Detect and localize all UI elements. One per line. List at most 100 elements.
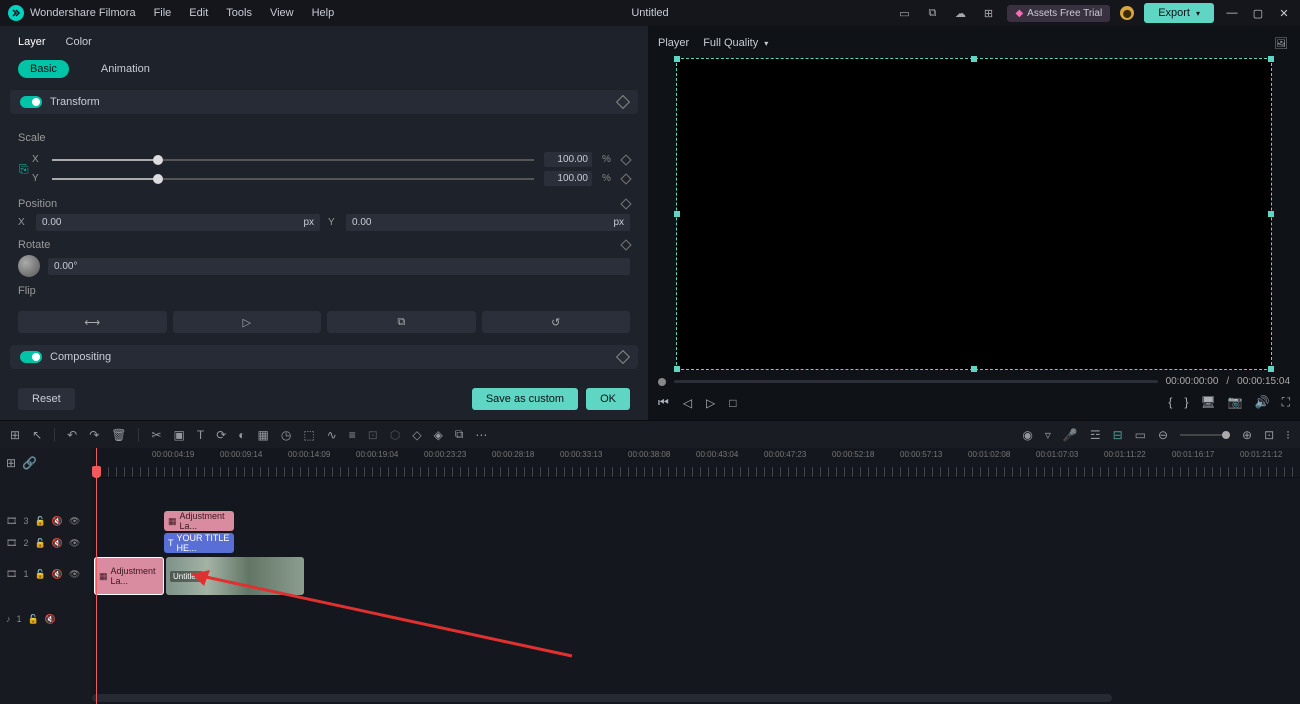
- marker-tool-icon[interactable]: ◈: [434, 428, 443, 442]
- mark-in-icon[interactable]: {: [1168, 395, 1172, 410]
- track-view-icon[interactable]: ▭: [1135, 428, 1146, 442]
- clip-video[interactable]: Untitled: [166, 557, 304, 595]
- timer-icon[interactable]: ◷: [281, 428, 291, 442]
- preview-viewport[interactable]: [676, 58, 1272, 370]
- screenshot-icon[interactable]: ⧉: [923, 4, 941, 22]
- playhead[interactable]: [96, 448, 97, 704]
- eye-icon[interactable]: 👁: [69, 569, 80, 580]
- mute-icon[interactable]: 🔇: [52, 516, 63, 527]
- more-icon[interactable]: ⋯: [475, 428, 487, 442]
- close-button[interactable]: ✕: [1276, 7, 1292, 20]
- track-v1[interactable]: ▦Adjustment La... Untitled: [92, 556, 1300, 596]
- mixer-icon[interactable]: ☲: [1090, 428, 1101, 442]
- fullscreen-icon[interactable]: ⛶: [1282, 395, 1290, 410]
- snapshot-toggle-icon[interactable]: 🖼: [1272, 34, 1290, 52]
- transform-keyframe-icon[interactable]: [616, 95, 630, 109]
- track-v2[interactable]: TYOUR TITLE HE...: [92, 532, 1300, 554]
- zoom-out-icon[interactable]: ⊖: [1158, 428, 1168, 442]
- snapshot-icon[interactable]: 📷: [1228, 395, 1243, 410]
- track-add-icon[interactable]: ⊞: [6, 456, 16, 470]
- color-icon[interactable]: ◐: [238, 428, 245, 442]
- position-keyframe-icon[interactable]: [620, 198, 631, 209]
- quality-select[interactable]: Full Quality▾: [703, 37, 768, 49]
- tab-layer[interactable]: Layer: [18, 36, 46, 54]
- rotate-input[interactable]: 0.00°: [48, 258, 630, 275]
- mic-icon[interactable]: 🎤: [1063, 428, 1078, 442]
- handle-ml[interactable]: [674, 211, 680, 217]
- track-link-icon[interactable]: 🔗: [22, 456, 37, 470]
- flip-horizontal-button[interactable]: ⟷: [18, 311, 167, 333]
- tab-color[interactable]: Color: [66, 36, 92, 54]
- cloud-icon[interactable]: ☁: [951, 4, 969, 22]
- stop-icon[interactable]: □: [729, 396, 736, 410]
- mute-icon[interactable]: 🔇: [52, 569, 63, 580]
- time-ruler[interactable]: 00:00:04:1900:00:09:1400:00:14:0900:00:1…: [92, 448, 1300, 478]
- lock-icon[interactable]: 🔓: [28, 614, 39, 625]
- maximize-button[interactable]: ▢: [1250, 7, 1266, 20]
- timeline-scrollbar[interactable]: [92, 694, 1112, 702]
- coin-icon[interactable]: ⬤: [1120, 6, 1134, 20]
- settings-icon[interactable]: ⁝: [1286, 428, 1290, 442]
- redo-icon[interactable]: ↷: [89, 428, 99, 442]
- mask-icon[interactable]: ▦: [258, 428, 269, 442]
- effects-icon[interactable]: ∿: [327, 428, 337, 442]
- scale-x-keyframe-icon[interactable]: [620, 154, 631, 165]
- mute-icon[interactable]: 🔇: [45, 614, 56, 625]
- eye-icon[interactable]: 👁: [69, 538, 80, 549]
- keyframe-icon[interactable]: ◇: [412, 428, 421, 442]
- prev-frame-icon[interactable]: ⏮: [658, 395, 669, 410]
- rotate-keyframe-icon[interactable]: [620, 239, 631, 250]
- layout-icon[interactable]: ▭: [895, 4, 913, 22]
- snap-icon[interactable]: ⊟: [1113, 428, 1123, 442]
- play-icon[interactable]: ▷: [706, 396, 715, 410]
- track-v3[interactable]: ▦Adjustment La...: [92, 510, 1300, 532]
- select-tool-icon[interactable]: ⊞: [10, 428, 20, 442]
- menu-view[interactable]: View: [270, 7, 294, 19]
- scale-x-slider[interactable]: [52, 159, 534, 161]
- lock-icon[interactable]: 🔓: [34, 538, 45, 549]
- clip-title[interactable]: TYOUR TITLE HE...: [164, 533, 234, 553]
- compositing-keyframe-icon[interactable]: [616, 350, 630, 364]
- handle-mr[interactable]: [1268, 211, 1274, 217]
- menu-file[interactable]: File: [154, 7, 172, 19]
- pos-x-input[interactable]: 0.00px: [36, 214, 320, 231]
- compositing-toggle[interactable]: [20, 351, 42, 363]
- clip-adjustment[interactable]: ▦Adjustment La...: [164, 511, 234, 531]
- clip-adjustment-selected[interactable]: ▦Adjustment La...: [94, 557, 164, 595]
- link-xy-icon[interactable]: ⎘: [19, 162, 31, 177]
- handle-br[interactable]: [1268, 366, 1274, 372]
- assets-free-trial-button[interactable]: ◆Assets Free Trial: [1007, 5, 1110, 22]
- marker-icon[interactable]: ▿: [1045, 428, 1051, 442]
- text-icon[interactable]: T: [197, 428, 204, 442]
- export-button[interactable]: Export▾: [1144, 3, 1214, 23]
- seek-bar[interactable]: [674, 380, 1158, 383]
- mark-out-icon[interactable]: }: [1184, 395, 1188, 410]
- timeline-body[interactable]: 00:00:04:1900:00:09:1400:00:14:0900:00:1…: [92, 448, 1300, 704]
- link-icon[interactable]: ⧉: [455, 427, 464, 442]
- lock-icon[interactable]: 🔓: [34, 569, 45, 580]
- speed-icon[interactable]: ⟳: [216, 428, 226, 442]
- cut-icon[interactable]: ✂: [151, 428, 161, 442]
- handle-tr[interactable]: [1268, 56, 1274, 62]
- zoom-fit-icon[interactable]: ⊡: [1264, 428, 1274, 442]
- save-custom-button[interactable]: Save as custom: [472, 388, 578, 410]
- zoom-slider[interactable]: [1180, 434, 1230, 436]
- pointer-tool-icon[interactable]: ↖: [32, 428, 42, 442]
- flip-vertical-button[interactable]: ▷: [173, 311, 322, 333]
- handle-bl[interactable]: [674, 366, 680, 372]
- menu-tools[interactable]: Tools: [226, 7, 252, 19]
- scale-y-slider[interactable]: [52, 178, 534, 180]
- scale-y-keyframe-icon[interactable]: [620, 173, 631, 184]
- minimize-button[interactable]: —: [1224, 7, 1240, 19]
- handle-tl[interactable]: [674, 56, 680, 62]
- transform-toggle[interactable]: [20, 96, 42, 108]
- menu-help[interactable]: Help: [312, 7, 335, 19]
- subtab-basic[interactable]: Basic: [18, 60, 69, 78]
- ok-button[interactable]: OK: [586, 388, 630, 410]
- flip-reset-button[interactable]: ↺: [482, 311, 631, 333]
- step-back-icon[interactable]: ◁: [683, 396, 692, 410]
- scale-y-value[interactable]: 100.00: [544, 171, 592, 186]
- subtab-animation[interactable]: Animation: [89, 60, 162, 78]
- delete-icon[interactable]: 🗑: [111, 428, 126, 442]
- adjust-icon[interactable]: ≡: [349, 428, 356, 442]
